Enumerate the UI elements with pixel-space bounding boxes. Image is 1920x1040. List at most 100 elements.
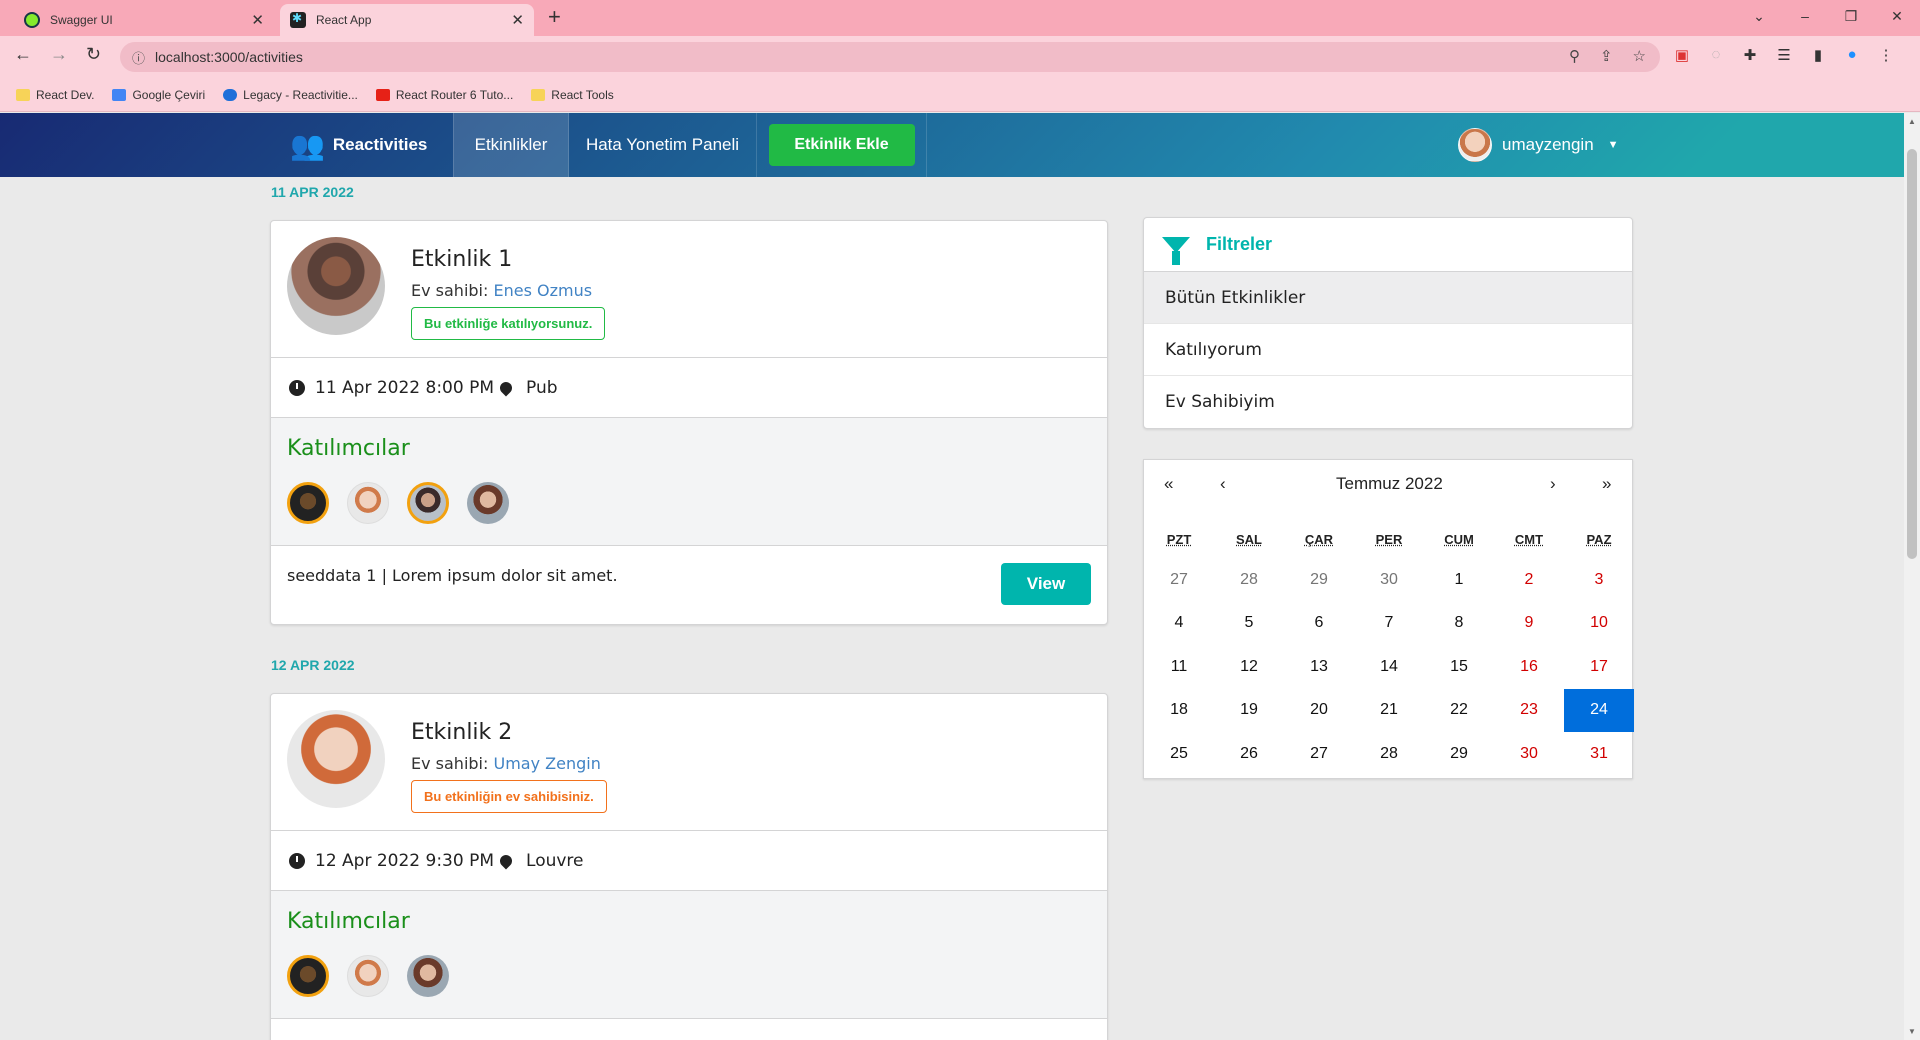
calendar-day[interactable]: 16 [1494, 645, 1564, 689]
calendar-day[interactable]: 30 [1354, 558, 1424, 602]
bookmark-star-icon[interactable]: ☆ [1633, 47, 1646, 65]
host-link[interactable]: Enes Ozmus [493, 281, 592, 300]
bookmark-react-router[interactable]: React Router 6 Tuto... [375, 88, 513, 102]
host-link[interactable]: Umay Zengin [493, 754, 600, 773]
calendar-day[interactable]: 11 [1144, 645, 1214, 689]
menu-kebab-icon[interactable]: ⋮ [1876, 46, 1896, 64]
calendar-day[interactable]: 1 [1424, 558, 1494, 602]
page-scrollbar[interactable]: ▲ ▼ [1904, 113, 1920, 1040]
calendar-day[interactable]: 29 [1424, 732, 1494, 776]
site-info-icon[interactable]: ⓘ [132, 48, 145, 67]
attendee-avatar[interactable] [287, 482, 329, 524]
calendar-day[interactable]: 17 [1564, 645, 1634, 689]
share-icon[interactable]: ⇪ [1600, 47, 1613, 65]
omnibox-icons: ⚲ ⇪ ☆ [1569, 47, 1646, 65]
calendar-day[interactable]: 23 [1494, 689, 1564, 733]
new-tab-icon[interactable]: + [548, 4, 561, 30]
calendar-day[interactable]: 12 [1214, 645, 1284, 689]
bookmark-legacy[interactable]: Legacy - Reactivitie... [223, 88, 358, 102]
zoom-icon[interactable]: ⚲ [1569, 47, 1580, 65]
calendar-day[interactable]: 8 [1424, 602, 1494, 646]
calendar-day[interactable]: 25 [1144, 732, 1214, 776]
calendar-day[interactable]: 6 [1284, 602, 1354, 646]
browser-tab-react[interactable]: React App ✕ [280, 4, 534, 36]
browser-tabstrip: Swagger UI ✕ React App ✕ + ⌄ – ❐ ✕ [0, 0, 1920, 36]
profile-icon[interactable]: ● [1842, 46, 1862, 64]
calendar-day[interactable]: 31 [1564, 732, 1634, 776]
attendee-avatar[interactable] [467, 482, 509, 524]
calendar-day[interactable]: 7 [1354, 602, 1424, 646]
calendar-day[interactable]: 9 [1494, 602, 1564, 646]
extension-circle-icon[interactable]: ◌ [1706, 46, 1726, 64]
calendar-day[interactable]: 18 [1144, 689, 1214, 733]
filter-icon [1162, 236, 1190, 265]
calendar-month-label[interactable]: Temmuz 2022 [1336, 474, 1443, 494]
close-window-icon[interactable]: ✕ [1874, 0, 1920, 32]
calendar-day[interactable]: 4 [1144, 602, 1214, 646]
calendar-day[interactable]: 28 [1214, 558, 1284, 602]
forward-icon[interactable]: → [50, 44, 68, 65]
calendar-day[interactable]: 2 [1494, 558, 1564, 602]
calendar-day[interactable]: 27 [1284, 732, 1354, 776]
activity-title[interactable]: Etkinlik 1 [411, 247, 512, 272]
view-button[interactable]: View [1001, 563, 1091, 605]
brand-link[interactable]: 👥 Reactivities [290, 113, 427, 177]
calendar-day[interactable]: 10 [1564, 602, 1634, 646]
minimize-icon[interactable]: – [1782, 0, 1828, 32]
calendar-day[interactable]: 20 [1284, 689, 1354, 733]
calendar-prev-year-button[interactable]: « [1164, 474, 1173, 494]
address-bar[interactable]: ⓘ localhost:3000/activities ⚲ ⇪ ☆ [120, 42, 1660, 72]
restore-icon[interactable]: ❐ [1828, 0, 1874, 32]
filter-hosting[interactable]: Ev Sahibiyim [1144, 376, 1632, 428]
calendar-day[interactable]: 27 [1144, 558, 1214, 602]
activity-venue: Pub [526, 377, 558, 398]
calendar-day[interactable]: 21 [1354, 689, 1424, 733]
attendee-avatar[interactable] [407, 955, 449, 997]
calendar-day[interactable]: 24 [1564, 688, 1634, 732]
back-icon[interactable]: ← [14, 44, 32, 65]
scroll-thumb[interactable] [1907, 149, 1917, 559]
calendar-day[interactable]: 28 [1354, 732, 1424, 776]
scroll-down-icon[interactable]: ▼ [1908, 1027, 1916, 1036]
calendar-next-year-button[interactable]: » [1602, 474, 1611, 494]
nav-errors[interactable]: Hata Yonetim Paneli [569, 113, 757, 177]
calendar-day[interactable]: 30 [1494, 732, 1564, 776]
activity-title[interactable]: Etkinlik 2 [411, 720, 512, 745]
browser-tab-swagger[interactable]: Swagger UI ✕ [14, 4, 274, 36]
user-menu[interactable]: umayzengin ▼ [1458, 113, 1619, 177]
create-activity-button[interactable]: Etkinlik Ekle [768, 124, 915, 166]
attendee-avatar[interactable] [407, 482, 449, 524]
calendar-day[interactable]: 5 [1214, 602, 1284, 646]
filter-all[interactable]: Bütün Etkinlikler [1144, 272, 1632, 324]
nav-activities[interactable]: Etkinlikler [453, 113, 569, 177]
extension-red-icon[interactable]: ▣ [1672, 46, 1692, 64]
calendar-weekday: CUM [1444, 532, 1474, 547]
clock-icon [289, 852, 305, 869]
extensions-puzzle-icon[interactable]: ✚ [1740, 46, 1760, 64]
bookmark-react-dev[interactable]: React Dev. [16, 88, 94, 102]
scroll-up-icon[interactable]: ▲ [1908, 117, 1916, 126]
attendee-avatar[interactable] [347, 482, 389, 524]
calendar-day[interactable]: 26 [1214, 732, 1284, 776]
close-tab-icon[interactable]: ✕ [251, 11, 264, 29]
bookmark-react-tools[interactable]: React Tools [531, 88, 614, 102]
bookmark-google-translate[interactable]: Google Çeviri [112, 88, 205, 102]
tab-search-icon[interactable]: ⌄ [1736, 0, 1782, 32]
calendar-day[interactable]: 22 [1424, 689, 1494, 733]
attendee-avatar[interactable] [287, 955, 329, 997]
activity-venue: Louvre [526, 850, 584, 871]
calendar-next-month-button[interactable]: › [1550, 474, 1556, 494]
calendar-day[interactable]: 19 [1214, 689, 1284, 733]
calendar-prev-month-button[interactable]: ‹ [1220, 474, 1226, 494]
side-panel-icon[interactable]: ▮ [1808, 46, 1828, 64]
calendar-day[interactable]: 14 [1354, 645, 1424, 689]
calendar-day[interactable]: 3 [1564, 558, 1634, 602]
filter-going[interactable]: Katılıyorum [1144, 324, 1632, 376]
reading-list-icon[interactable]: ☰ [1774, 46, 1794, 64]
attendee-avatar[interactable] [347, 955, 389, 997]
close-tab-icon[interactable]: ✕ [511, 11, 524, 29]
calendar-day[interactable]: 13 [1284, 645, 1354, 689]
calendar-day[interactable]: 15 [1424, 645, 1494, 689]
calendar-day[interactable]: 29 [1284, 558, 1354, 602]
reload-icon[interactable]: ↻ [86, 44, 101, 65]
